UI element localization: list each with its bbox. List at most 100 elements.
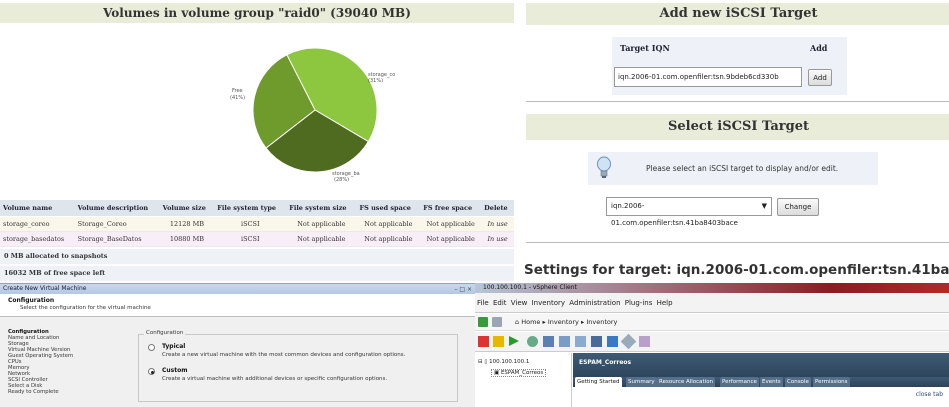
wizard-header-subtitle: Select the configuration for the virtual… [20, 305, 151, 311]
tab-events[interactable]: Events [760, 377, 783, 387]
cell-delete-status: In use [481, 216, 514, 232]
object-pane: ESPAM_Correos Getting Started Summary Re… [573, 353, 949, 407]
manage-snapshots-icon[interactable] [575, 336, 586, 347]
menu-plugins[interactable]: Plug-ins [625, 299, 653, 307]
cell-fs-used: Not applicable [356, 216, 421, 232]
col-volume-description: Volume description [74, 200, 160, 217]
vsphere-menu-bar: File Edit View Inventory Administration … [475, 293, 949, 313]
home-icon[interactable]: ⌂ [515, 318, 519, 326]
tab-console[interactable]: Console [785, 377, 811, 387]
menu-view[interactable]: View [511, 299, 528, 307]
pie-label-free: Free [232, 88, 243, 94]
col-volume-name: Volume name [0, 200, 75, 217]
tools-icon[interactable] [639, 336, 650, 347]
table-row: storage_basedatos Storage_BaseDatos 1088… [0, 231, 514, 247]
volumes-title: Volumes in volume group "raid0" (39040 M… [0, 3, 514, 23]
cell-fs-used: Not applicable [356, 231, 421, 247]
cell-fs-size: Not applicable [286, 231, 357, 247]
cell-volume-description: Storage_Coreo [74, 216, 160, 232]
menu-inventory[interactable]: Inventory [532, 299, 565, 307]
dropdown-arrow-icon: ▼ [761, 202, 767, 210]
breadcrumb-home[interactable]: Home [521, 318, 540, 326]
select-target-message: Please select an iSCSI target to display… [646, 164, 839, 173]
cell-volume-description: Storage_BaseDatos [74, 231, 160, 247]
col-volume-size: Volume size [159, 200, 215, 217]
selected-target-value: iqn.2006-01.com.openfiler:tsn.41ba8403ba… [611, 202, 738, 227]
vsphere-client-window: 100.100.100.1 - vSphere Client File Edit… [475, 283, 949, 407]
menu-edit[interactable]: Edit [493, 299, 507, 307]
iscsi-panel: Add new iSCSI Target Target IQN Add Add … [514, 0, 949, 283]
cell-volume-name: storage_basedatos [0, 231, 75, 247]
typical-description: Create a new virtual machine with the mo… [162, 352, 406, 358]
menu-file[interactable]: File [477, 299, 489, 307]
custom-radio[interactable] [148, 368, 155, 375]
wizard-step[interactable]: Ready to Complete [8, 389, 118, 395]
add-target-button[interactable]: Add [808, 69, 832, 86]
configuration-group-label: Configuration [144, 330, 186, 336]
lightbulb-icon [597, 156, 611, 178]
reset-icon[interactable] [527, 336, 538, 347]
breadcrumb-inventory[interactable]: Inventory [548, 318, 579, 326]
tree-vm-label: ESPAM_Correos [500, 370, 544, 376]
target-select-dropdown[interactable]: iqn.2006-01.com.openfiler:tsn.41ba8403ba… [606, 197, 772, 227]
typical-radio[interactable] [148, 344, 155, 351]
menu-administration[interactable]: Administration [569, 299, 620, 307]
tab-getting-started[interactable]: Getting Started [575, 377, 622, 387]
wizard-steps: Configuration Name and Location Storage … [8, 329, 118, 395]
col-fs-size: File system size [286, 200, 357, 217]
cell-fs-free: Not applicable [420, 216, 482, 232]
inventory-tree: ⊟ ▯ 100.100.100.1 ▣ ESPAM_Correos [475, 353, 572, 407]
volume-pie-chart: Free (41%) storage_co (31%) storage_ba (… [230, 47, 395, 183]
close-tab-link[interactable]: close tab [916, 391, 943, 398]
tab-summary[interactable]: Summary [626, 377, 657, 387]
divider [526, 242, 949, 243]
cell-volume-size: 10880 MB [159, 231, 215, 247]
tab-permissions[interactable]: Permissions [813, 377, 850, 387]
typical-label[interactable]: Typical [162, 343, 185, 350]
power-off-icon[interactable] [478, 336, 489, 347]
host-icon: ▯ [484, 359, 488, 365]
cell-fs-size: Not applicable [286, 216, 357, 232]
revert-icon[interactable] [559, 336, 570, 347]
target-iqn-header: Target IQN [620, 43, 670, 53]
tree-node-vm[interactable]: ▣ ESPAM_Correos [491, 369, 547, 377]
custom-label[interactable]: Custom [162, 367, 188, 374]
menu-help[interactable]: Help [657, 299, 673, 307]
power-on-icon[interactable] [509, 336, 519, 346]
tab-performance[interactable]: Performance [720, 377, 759, 387]
volumes-table: Volume name Volume description Volume si… [0, 200, 514, 247]
wizard-title-bar: Create New Virtual Machine – □ × [0, 284, 475, 294]
cell-fs-free: Not applicable [420, 231, 482, 247]
table-header-row: Volume name Volume description Volume si… [0, 200, 514, 217]
select-target-title: Select iSCSI Target [526, 114, 949, 140]
tree-node-host[interactable]: ⊟ ▯ 100.100.100.1 [478, 359, 529, 365]
snapshot-icon[interactable] [543, 336, 554, 347]
migrate-icon[interactable] [607, 336, 618, 347]
forward-icon[interactable] [492, 317, 502, 327]
pie-label-basedatos-pct: (28%) [334, 177, 349, 183]
add-target-title: Add new iSCSI Target [526, 3, 949, 25]
suspend-icon[interactable] [493, 336, 504, 347]
add-header: Add [810, 43, 828, 53]
col-delete: Delete [481, 200, 514, 217]
col-fs-used: FS used space [356, 200, 421, 217]
breadcrumb-inventory-2[interactable]: Inventory [586, 318, 617, 326]
change-target-button[interactable]: Change [777, 198, 819, 216]
console-icon[interactable] [591, 336, 602, 347]
divider [526, 101, 949, 102]
snapshots-info: 0 MB allocated to snapshots [0, 249, 514, 264]
target-iqn-input[interactable] [614, 67, 802, 87]
edit-settings-icon[interactable] [620, 333, 637, 350]
col-fs-type: File system type [214, 200, 287, 217]
expand-icon[interactable]: ⊟ [478, 359, 483, 365]
back-icon[interactable] [478, 317, 488, 327]
pie-label-free-pct: (41%) [230, 95, 245, 101]
cell-delete-status: In use [481, 231, 514, 247]
tree-host-label: 100.100.100.1 [489, 359, 530, 365]
custom-description: Create a virtual machine with additional… [162, 376, 388, 382]
volumes-panel: Volumes in volume group "raid0" (39040 M… [0, 0, 514, 283]
vsphere-nav-bar: ⌂ Home ▸ Inventory ▸ Inventory [475, 314, 949, 331]
vsphere-title-bar: 100.100.100.1 - vSphere Client [475, 283, 949, 293]
tab-resource-allocation[interactable]: Resource Allocation [657, 377, 716, 387]
target-settings-title: Settings for target: iqn.2006-01.com.ope… [524, 262, 949, 278]
